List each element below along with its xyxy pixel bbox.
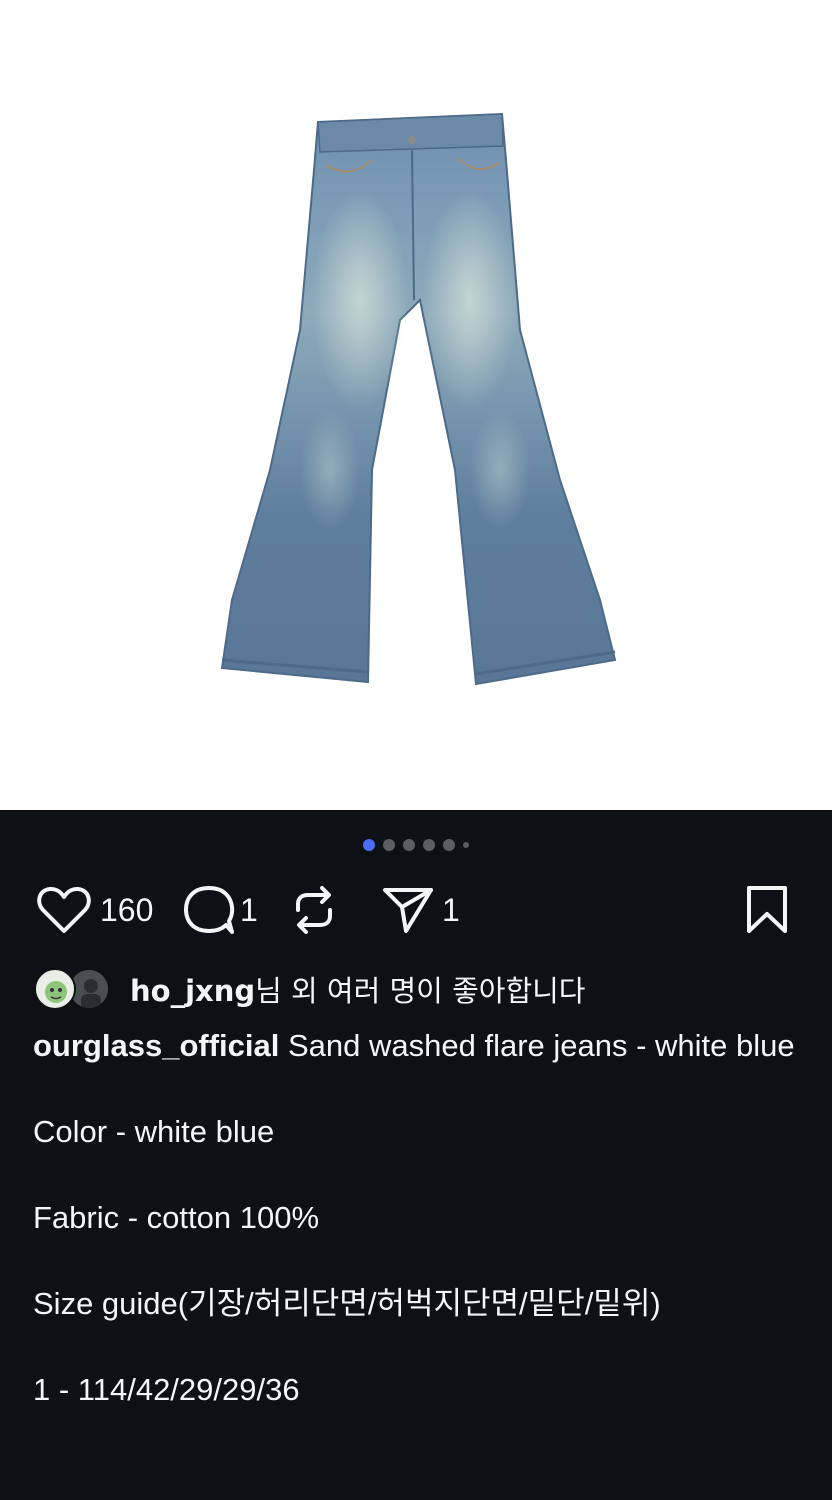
bookmark-button[interactable] [744,880,790,940]
liked-by-suffix: 님 외 여러 명이 좋아합니다 [255,974,586,1008]
like-button[interactable]: 160 [36,880,153,940]
repost-icon [296,886,332,934]
post-caption: ourglass_official Sand washed flare jean… [33,1024,803,1411]
likes-count: 160 [100,892,154,928]
caption-title: Sand washed flare jeans - white blue [287,1028,795,1063]
avatar [34,968,76,1010]
post-image[interactable] [0,0,832,810]
caption-line: Color - white blue [33,1114,275,1149]
caption-line: Size guide(기장/허리단면/허벅지단면/밑단/밑위) [33,1286,661,1321]
carousel-dot [463,842,469,848]
liked-by-avatars [34,966,116,1012]
heart-icon [37,886,91,933]
liked-by-line[interactable]: ho_jxng님 외 여러 명이 좋아합니다 [34,964,585,1014]
caption-username[interactable]: ourglass_official [33,1028,279,1063]
send-icon [383,888,433,933]
bookmark-icon [747,886,787,933]
repost-button[interactable] [290,880,338,940]
caption-line: 1 - 114/42/29/29/36 [33,1372,300,1407]
carousel-dot [443,839,455,851]
liked-by-text: ho_jxng님 외 여러 명이 좋아합니다 [130,968,585,1010]
shares-count: 1 [442,892,460,928]
comment-icon [184,886,235,934]
jeans-photo [220,112,617,686]
liked-by-username[interactable]: ho_jxng [130,974,255,1008]
comments-count: 1 [240,892,258,928]
carousel-dot-active [363,839,375,851]
carousel-dot [403,839,415,851]
caption-line: Fabric - cotton 100% [33,1200,320,1235]
action-bar: 160 1 1 [0,880,832,940]
carousel-indicator [0,838,832,852]
share-button[interactable]: 1 [382,880,460,940]
comment-button[interactable]: 1 [182,880,258,940]
carousel-dot [423,839,435,851]
carousel-dot [383,839,395,851]
